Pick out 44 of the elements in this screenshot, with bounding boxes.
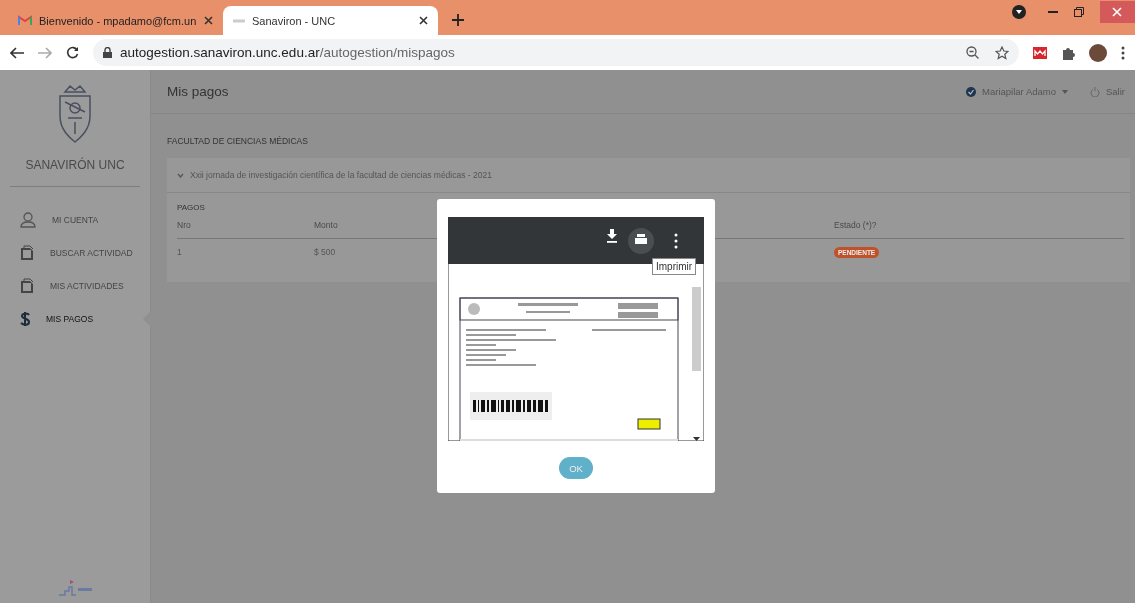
document-icon [20, 277, 34, 294]
sidebar-item[interactable]: MIS PAGOS [0, 302, 150, 335]
close-icon[interactable] [204, 16, 213, 25]
dollar-icon [20, 310, 30, 327]
faculty-heading: FACULTAD DE CIENCIAS MÉDICAS [167, 136, 309, 146]
user-icon [20, 211, 36, 228]
sidebar-item[interactable]: MI CUENTA [0, 203, 150, 236]
chevron-icon [177, 172, 184, 178]
page-icon [233, 18, 245, 23]
document-icon [20, 244, 34, 261]
back-icon[interactable] [10, 46, 24, 59]
power-icon [1090, 86, 1100, 97]
minimize-icon[interactable] [1048, 10, 1058, 14]
payments-heading: PAGOS [177, 203, 206, 212]
browser-tab[interactable]: Sanaviron - UNC [223, 6, 438, 35]
extension-icon[interactable] [1033, 46, 1047, 59]
verified-icon [966, 86, 977, 97]
browser-tab[interactable]: Bienvenido - mpadamo@fcm.un [8, 6, 223, 35]
star-icon[interactable] [995, 45, 1009, 60]
mail-icon [18, 15, 32, 26]
tooltip: Imprimir [652, 258, 697, 275]
close-window-icon[interactable] [1100, 1, 1135, 23]
table-cell-text: $ 500 [314, 246, 337, 259]
reforma-logo-icon [57, 579, 93, 597]
column-header: Nro [177, 212, 314, 239]
table-cell-text: 1 [177, 246, 183, 259]
lock-icon [103, 47, 112, 58]
column-header: Estado (*)? [834, 212, 1124, 239]
brand-name: SANAVIRÓN UNC [24, 158, 126, 172]
address-bar[interactable]: autogestion.sanaviron.unc.edu.ar/autogestion/mispagos [93, 39, 1019, 66]
caret-icon [1062, 89, 1068, 94]
zoom-out-icon[interactable] [966, 46, 979, 59]
restore-icon[interactable] [1074, 7, 1084, 17]
menu-icon[interactable] [1121, 45, 1125, 60]
reload-icon[interactable] [66, 46, 79, 59]
puzzle-icon[interactable] [1061, 45, 1075, 60]
close-icon[interactable] [419, 16, 428, 25]
new-tab-icon[interactable] [452, 14, 464, 26]
sidebar-item[interactable]: MIS ACTIVIDADES [0, 269, 150, 302]
page-title: Mis pagos [167, 84, 230, 99]
sidebar-item[interactable]: BUSCAR ACTIVIDAD [0, 236, 150, 269]
profile-menu-icon[interactable] [1012, 5, 1026, 19]
ok-button[interactable]: OK [559, 457, 593, 479]
avatar-icon[interactable] [1089, 43, 1107, 62]
